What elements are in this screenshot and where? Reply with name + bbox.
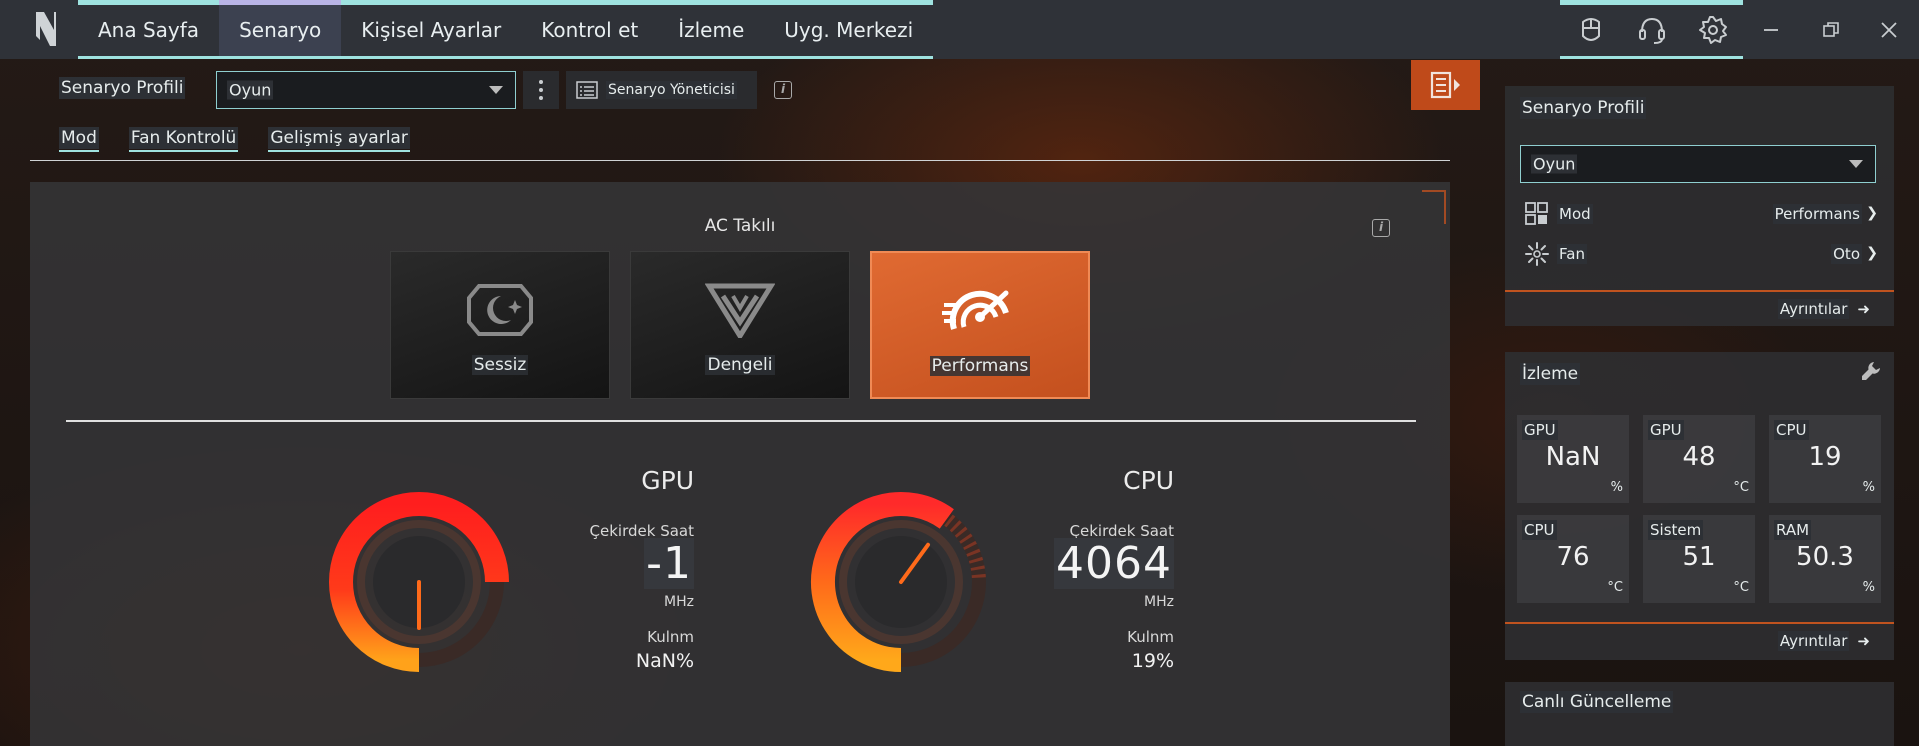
close-icon [1881, 21, 1897, 38]
toggle-sidebar-button[interactable] [1411, 60, 1480, 110]
title-bar: Ana Sayfa Senaryo Kişisel Ayarlar Kontro… [0, 0, 1919, 59]
side-profile-row-fan[interactable]: Fan Oto ❯ [1525, 241, 1880, 267]
scenario-profile-dropdown[interactable]: Oyun [216, 71, 516, 109]
predator-logo-icon [36, 12, 56, 46]
subtab-gelismis-ayarlar[interactable]: Gelişmiş ayarlar [268, 127, 410, 152]
scenario-profile-value: Oyun [227, 80, 274, 100]
nav-tab-izleme[interactable]: İzleme [658, 0, 765, 59]
chevron-down-icon [1849, 160, 1863, 168]
settings-button[interactable] [1682, 0, 1743, 59]
cpu-gauge [810, 492, 986, 672]
restore-icon [1823, 21, 1839, 37]
side-live-update-card: Canlı Güncelleme [1505, 682, 1894, 746]
side-profile-title: Senaryo Profili [1520, 97, 1647, 119]
monitor-tile-ram-usage: RAM 50.3% [1769, 515, 1881, 603]
nav-tab-senaryo[interactable]: Senaryo [219, 0, 342, 59]
mode-info-icon[interactable]: i [1372, 219, 1390, 237]
nav-tab-kontrol-et[interactable]: Kontrol et [521, 0, 659, 59]
side-profile-fan-label: Fan [1557, 244, 1587, 264]
side-profile-fan-value: Oto [1831, 244, 1862, 264]
quiet-mode-icon [467, 284, 533, 336]
balanced-mode-icon [705, 283, 775, 338]
monitor-tile-gpu-usage: GPU NaN% [1517, 415, 1629, 503]
gpu-clock-value: -1 [644, 538, 694, 589]
side-profile-accent-line [1505, 290, 1894, 292]
arrow-right-icon: ➜ [1857, 632, 1870, 650]
mode-card-sessiz[interactable]: Sessiz [390, 251, 610, 399]
monitoring-details-link[interactable]: Ayrıntılar ➜ [1777, 631, 1870, 651]
side-profile-mod-value: Performans [1772, 204, 1862, 224]
side-profile-value: Oyun [1531, 154, 1578, 174]
support-button[interactable] [1621, 0, 1682, 59]
main-nav: Ana Sayfa Senaryo Kişisel Ayarlar Kontro… [78, 0, 934, 59]
gauge-divider [66, 420, 1416, 422]
nav-tab-kisisel-ayarlar[interactable]: Kişisel Ayarlar [341, 0, 522, 59]
mode-grid-icon [1525, 202, 1548, 225]
side-monitoring-card: İzleme GPU NaN% GPU 48 °C CPU 19% CPU 76 °C Si… [1505, 352, 1894, 660]
wrench-icon[interactable] [1860, 360, 1882, 382]
chevron-right-icon: ❯ [1866, 205, 1878, 221]
cpu-clock-unit: MHz [1144, 594, 1174, 610]
device-button[interactable] [1560, 0, 1621, 59]
side-profile-details-link[interactable]: Ayrıntılar ➜ [1777, 299, 1870, 319]
monitor-tile-system-temp: Sistem 51 °C [1643, 515, 1755, 603]
power-source-label: AC Takılı [704, 216, 776, 236]
fan-icon [1525, 242, 1549, 266]
info-icon[interactable]: i [774, 81, 792, 99]
side-scenario-profile-card: Senaryo Profili Oyun Mod Performans ❯ Fa… [1505, 86, 1894, 326]
mode-name-dengeli: Dengeli [705, 355, 775, 375]
performance-mode-icon [942, 290, 1009, 330]
minimize-button[interactable] [1741, 0, 1801, 59]
monitoring-accent-line [1505, 622, 1894, 624]
cpu-title: CPU [1123, 466, 1174, 495]
monitoring-title: İzleme [1520, 363, 1581, 385]
gpu-gauge [329, 492, 509, 672]
chevron-down-icon [489, 86, 503, 94]
gpu-usage-value: NaN% [635, 650, 694, 672]
side-profile-dropdown[interactable]: Oyun [1520, 145, 1876, 183]
side-profile-mod-label: Mod [1557, 204, 1593, 224]
arrow-right-icon: ➜ [1857, 300, 1870, 318]
gear-icon [1698, 15, 1727, 44]
scenario-manager-label: Senaryo Yöneticisi [606, 81, 737, 99]
mouse-device-icon [1581, 17, 1600, 41]
subtab-fan-kontrolu[interactable]: Fan Kontrolü [128, 127, 239, 152]
side-profile-row-mod[interactable]: Mod Performans ❯ [1525, 201, 1880, 227]
monitor-tile-cpu-usage: CPU 19% [1769, 415, 1881, 503]
mode-card-dengeli[interactable]: Dengeli [630, 251, 850, 399]
monitor-tile-gpu-temp: GPU 48 °C [1643, 415, 1755, 503]
subtab-mod[interactable]: Mod [59, 127, 99, 152]
section-divider [30, 160, 1450, 161]
mode-subtabs: Mod Fan Kontrolü Gelişmiş ayarlar [59, 127, 440, 152]
nav-tab-ana-sayfa[interactable]: Ana Sayfa [78, 0, 220, 59]
mode-card-performans[interactable]: Performans [870, 251, 1090, 399]
more-options-button[interactable] [523, 71, 559, 109]
minimize-icon [1764, 28, 1778, 31]
gpu-clock-unit: MHz [664, 594, 694, 610]
nav-tab-uyg-merkezi[interactable]: Uyg. Merkezi [764, 0, 934, 59]
scenario-manager-button[interactable]: Senaryo Yöneticisi [566, 71, 757, 109]
live-update-title: Canlı Güncelleme [1520, 691, 1674, 713]
kebab-menu-icon [539, 80, 543, 100]
gpu-usage-label: Kulnm [647, 628, 694, 646]
sidebar-collapse-icon [1430, 71, 1460, 99]
gpu-title: GPU [641, 466, 694, 495]
mode-name-sessiz: Sessiz [471, 355, 529, 375]
chevron-right-icon: ❯ [1866, 245, 1878, 261]
scenario-profile-label: Senaryo Profili [59, 77, 186, 99]
mode-name-performans: Performans [929, 356, 1031, 376]
list-icon [576, 81, 598, 99]
cpu-clock-value: 4064 [1054, 538, 1174, 589]
restore-button[interactable] [1801, 0, 1861, 59]
close-button[interactable] [1859, 0, 1919, 59]
headset-icon [1638, 17, 1665, 44]
cpu-usage-label: Kulnm [1127, 628, 1174, 646]
cpu-usage-value: 19% [1131, 650, 1174, 672]
monitor-tile-cpu-temp: CPU 76 °C [1517, 515, 1629, 603]
top-icon-group [1560, 0, 1743, 59]
